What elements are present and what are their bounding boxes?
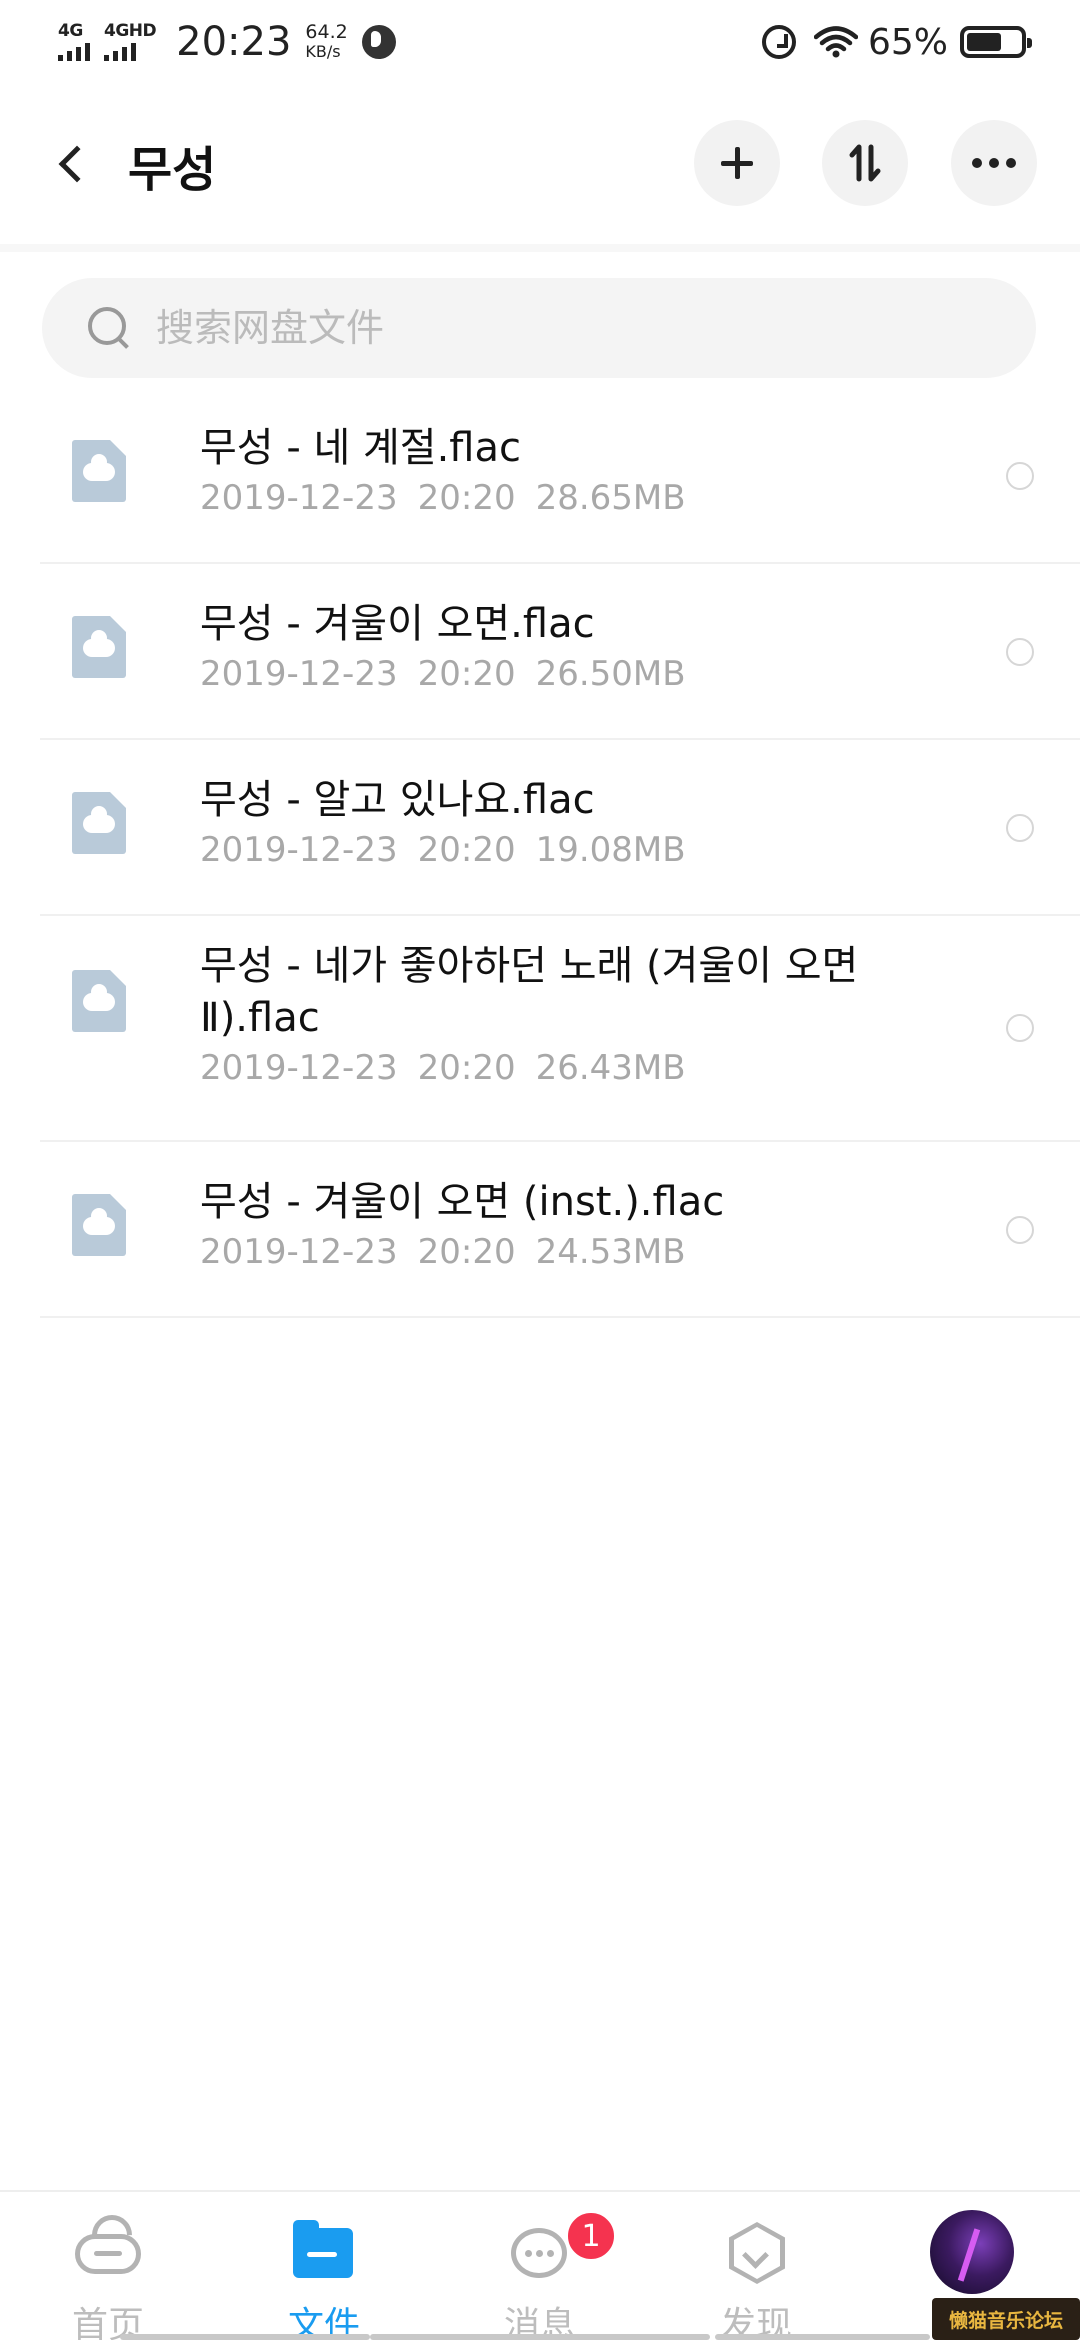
file-row[interactable]: 무성 - 알고 있나요.flac 2019-12-23 20:20 19.08MB	[40, 740, 1080, 916]
file-time: 20:20	[417, 654, 516, 694]
file-time: 20:20	[417, 1048, 516, 1088]
nav-item-discover[interactable]: 发现	[648, 2192, 864, 2340]
select-radio[interactable]	[1006, 462, 1034, 490]
header-divider	[0, 244, 1080, 252]
cloud-file-icon	[72, 440, 126, 502]
select-radio[interactable]	[1006, 638, 1034, 666]
sort-button[interactable]	[822, 120, 908, 206]
file-text: 무성 - 알고 있나요.flac 2019-12-23 20:20 19.08MB	[200, 774, 980, 872]
file-date: 2019-12-23	[200, 1048, 398, 1088]
file-meta: 2019-12-23 20:20 28.65MB	[200, 476, 980, 520]
nav-item-files[interactable]: 文件	[216, 2192, 432, 2340]
file-size: 24.53MB	[535, 1232, 686, 1272]
status-left: 4G 4GHD 20:23 64.2 KB/s	[58, 19, 396, 65]
message-icon	[511, 2228, 567, 2278]
nav-item-messages[interactable]: 1 消息	[432, 2192, 648, 2340]
app-header: 무성	[0, 84, 1080, 244]
file-date: 2019-12-23	[200, 654, 398, 694]
file-list: 무성 - 네 계절.flac 2019-12-23 20:20 28.65MB 무성…	[0, 388, 1080, 1318]
more-icon	[972, 158, 1016, 168]
file-meta: 2019-12-23 20:20 26.50MB	[200, 652, 980, 696]
cloud-file-icon	[72, 792, 126, 854]
bottom-nav: 首页 文件 1 消息 发现	[0, 2190, 1080, 2340]
alarm-icon	[761, 25, 796, 59]
home-indicator	[120, 2334, 370, 2340]
select-radio[interactable]	[1006, 1216, 1034, 1244]
file-time: 20:20	[417, 830, 516, 870]
select-radio[interactable]	[1006, 1014, 1034, 1042]
network-speed: 64.2 KB/s	[305, 21, 348, 62]
chevron-left-icon	[58, 145, 96, 183]
file-row[interactable]: 무성 - 겨울이 오면.flac 2019-12-23 20:20 26.50MB	[40, 564, 1080, 740]
battery-icon	[960, 26, 1032, 58]
nav-item-home[interactable]: 首页	[0, 2192, 216, 2340]
page-title: 무성	[128, 142, 217, 198]
file-date: 2019-12-23	[200, 830, 398, 870]
network-label-2: 4GHD	[104, 21, 157, 41]
cloud-file-icon	[72, 616, 126, 678]
cloud-file-icon	[72, 1194, 126, 1256]
file-meta: 2019-12-23 20:20 19.08MB	[200, 828, 980, 872]
search-input[interactable]	[156, 306, 956, 350]
wifi-icon	[813, 26, 858, 58]
cloud-file-icon	[72, 970, 126, 1032]
status-bar: 4G 4GHD 20:23 64.2 KB/s 65%	[0, 0, 1080, 84]
file-row[interactable]: 무성 - 네가 좋아하던 노래 (겨울이 오면 Ⅱ).flac 2019-12-…	[40, 916, 1080, 1142]
sort-icon	[849, 144, 881, 182]
file-text: 무성 - 겨울이 오면.flac 2019-12-23 20:20 26.50MB	[200, 598, 980, 696]
watermark: 懒猫音乐论坛	[932, 2298, 1080, 2340]
file-meta: 2019-12-23 20:20 26.43MB	[200, 1046, 960, 1090]
file-time: 20:20	[417, 478, 516, 518]
file-name: 무성 - 겨울이 오면 (inst.).flac	[200, 1179, 725, 1225]
signal-icon: 4G	[58, 23, 90, 61]
network-label-1: 4G	[58, 21, 83, 41]
status-right: 65%	[761, 21, 1032, 63]
file-row[interactable]: 무성 - 네 계절.flac 2019-12-23 20:20 28.65MB	[40, 388, 1080, 564]
signal-icon-2: 4GHD	[104, 21, 157, 61]
file-date: 2019-12-23	[200, 1232, 398, 1272]
network-speed-value: 64.2	[305, 21, 348, 43]
battery-percent: 65%	[867, 21, 948, 63]
status-time: 20:23	[176, 19, 292, 65]
unread-badge: 1	[565, 2210, 617, 2262]
file-name: 무성 - 알고 있나요.flac	[200, 777, 595, 823]
file-name: 무성 - 네가 좋아하던 노래 (겨울이 오면 Ⅱ).flac	[200, 943, 859, 1041]
file-size: 26.50MB	[535, 654, 686, 694]
folder-icon	[293, 2220, 353, 2278]
file-name: 무성 - 겨울이 오면.flac	[200, 601, 595, 647]
file-size: 28.65MB	[535, 478, 686, 518]
file-size: 19.08MB	[535, 830, 686, 870]
battery-fill	[967, 33, 1001, 51]
home-cloud-icon	[75, 2234, 141, 2274]
add-button[interactable]	[694, 120, 780, 206]
file-text: 무성 - 네가 좋아하던 노래 (겨울이 오면 Ⅱ).flac 2019-12-…	[200, 940, 960, 1090]
discover-icon	[729, 2222, 785, 2284]
globe-icon	[361, 25, 396, 59]
home-indicator-2	[370, 2334, 710, 2340]
file-text: 무성 - 네 계절.flac 2019-12-23 20:20 28.65MB	[200, 422, 980, 520]
file-size: 26.43MB	[535, 1048, 686, 1088]
file-name: 무성 - 네 계절.flac	[200, 425, 521, 471]
file-date: 2019-12-23	[200, 478, 398, 518]
network-speed-unit: KB/s	[305, 42, 341, 61]
search-box[interactable]	[42, 278, 1036, 378]
select-radio[interactable]	[1006, 814, 1034, 842]
search-icon	[88, 307, 130, 349]
file-text: 무성 - 겨울이 오면 (inst.).flac 2019-12-23 20:20…	[200, 1176, 980, 1274]
screen: 4G 4GHD 20:23 64.2 KB/s 65% 무성 搜索网盘文件 무성…	[0, 0, 1080, 2340]
file-row[interactable]: 무성 - 겨울이 오면 (inst.).flac 2019-12-23 20:20…	[40, 1142, 1080, 1318]
home-indicator-3	[715, 2334, 930, 2340]
file-time: 20:20	[417, 1232, 516, 1272]
avatar[interactable]	[930, 2210, 1014, 2294]
plus-icon	[721, 147, 753, 179]
file-meta: 2019-12-23 20:20 24.53MB	[200, 1230, 980, 1274]
back-button[interactable]	[42, 134, 102, 194]
more-button[interactable]	[951, 120, 1037, 206]
